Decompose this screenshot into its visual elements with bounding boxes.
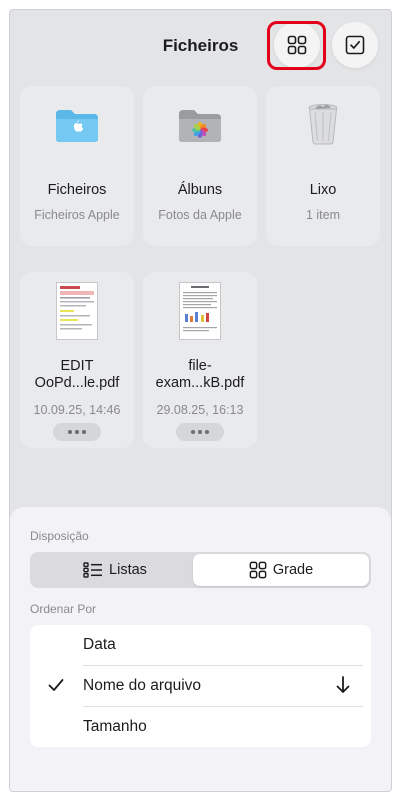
file-name-line1: EDIT bbox=[60, 358, 94, 374]
sort-option-label: Data bbox=[83, 636, 116, 653]
tile-albums-location[interactable]: Álbuns Fotos da Apple bbox=[143, 86, 257, 246]
select-button[interactable] bbox=[332, 22, 378, 68]
file-name-line1: file- bbox=[188, 358, 212, 374]
tile-name: Ficheiros bbox=[47, 182, 107, 198]
segment-lists-label: Listas bbox=[109, 562, 147, 578]
file-name-line2: exam...kB.pdf bbox=[155, 375, 245, 391]
ellipsis-dot bbox=[198, 430, 202, 434]
ellipsis-dot bbox=[68, 430, 72, 434]
segment-lists[interactable]: Listas bbox=[32, 554, 198, 586]
grid-icon bbox=[249, 561, 267, 579]
nav-bar: Ficheiros bbox=[10, 10, 391, 82]
tile-subtitle: 1 item bbox=[305, 208, 341, 222]
tile-trash-location[interactable]: Lixo 1 item bbox=[266, 86, 380, 246]
ellipsis-dot bbox=[191, 430, 195, 434]
sort-section-label: Ordenar Por bbox=[30, 602, 97, 616]
view-options-sheet: Disposição Listas Grade Ordenar Por Data… bbox=[10, 507, 391, 791]
ellipsis-dot bbox=[75, 430, 79, 434]
sort-option-label: Tamanho bbox=[83, 718, 147, 735]
sort-options-list: Data Nome do arquivo Tamanho bbox=[30, 625, 371, 747]
checkmark-icon bbox=[48, 679, 64, 691]
tile-subtitle: Ficheiros Apple bbox=[34, 208, 120, 222]
tile-name: Lixo bbox=[309, 182, 337, 198]
more-options-button[interactable] bbox=[176, 423, 224, 441]
file-date: 29.08.25, 16:13 bbox=[156, 403, 244, 417]
sort-option-label: Nome do arquivo bbox=[83, 677, 202, 694]
photos-folder-icon bbox=[179, 110, 221, 142]
tile-name: Álbuns bbox=[177, 182, 223, 198]
sort-option-date[interactable]: Data bbox=[30, 625, 371, 665]
tile-subtitle: Fotos da Apple bbox=[158, 208, 242, 222]
tile-files-location[interactable]: Ficheiros Ficheiros Apple bbox=[20, 86, 134, 246]
more-options-button[interactable] bbox=[53, 423, 101, 441]
list-icon bbox=[83, 562, 103, 578]
file-name-line2: OoPd...le.pdf bbox=[34, 375, 120, 391]
file-item[interactable]: EDIT OoPd...le.pdf 10.09.25, 14:46 bbox=[20, 272, 134, 448]
app-window: Ficheiros Ficheiros Ficheiros Apple Álbu… bbox=[9, 9, 392, 792]
grid-icon bbox=[287, 35, 307, 55]
ellipsis-dot bbox=[82, 430, 86, 434]
checkbox-icon bbox=[345, 35, 365, 55]
pdf-thumbnail-icon bbox=[56, 282, 98, 340]
file-item[interactable]: file- exam...kB.pdf 29.08.25, 16:13 bbox=[143, 272, 257, 448]
sort-option-filename[interactable]: Nome do arquivo bbox=[30, 666, 371, 706]
segment-grid[interactable]: Grade bbox=[193, 554, 369, 586]
layout-segmented-control: Listas Grade bbox=[30, 552, 371, 588]
file-date: 10.09.25, 14:46 bbox=[33, 403, 121, 417]
pdf-thumbnail-icon bbox=[179, 282, 221, 340]
layout-section-label: Disposição bbox=[30, 529, 89, 543]
sort-option-size[interactable]: Tamanho bbox=[30, 707, 371, 747]
segment-grid-label: Grade bbox=[272, 562, 314, 578]
folder-icon bbox=[56, 110, 98, 142]
grid-view-button[interactable] bbox=[274, 22, 320, 68]
arrow-down-icon bbox=[336, 676, 350, 693]
trash-icon bbox=[308, 104, 338, 145]
ellipsis-dot bbox=[205, 430, 209, 434]
